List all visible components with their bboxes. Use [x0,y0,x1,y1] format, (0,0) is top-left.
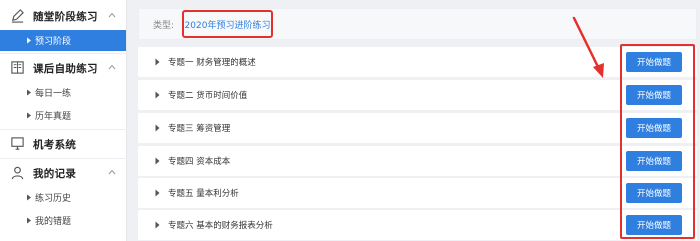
caret-right-icon [27,112,31,119]
sidebar-group-title: 课后自助练习 [33,62,98,75]
topic-label: 专题五 量本利分析 [168,189,239,199]
chevron-up-icon[interactable] [108,168,116,176]
topic-label: 专题六 基本的财务报表分析 [168,221,273,231]
user-icon [11,166,24,180]
type-filter-value: 2020年预习进阶练习 [184,20,271,31]
sidebar-item-label: 历年真题 [35,112,72,122]
sidebar-item-practice-history[interactable]: 练习历史 [0,187,126,208]
start-practice-button[interactable]: 开始做题 [626,151,682,171]
sidebar-item-label: 练习历史 [35,194,72,204]
sidebar-item-preview[interactable]: 预习阶段 [0,30,126,51]
caret-right-icon[interactable] [155,221,160,229]
topic-label: 专题三 筹资管理 [168,124,231,134]
sidebar-group-my-records[interactable]: 我的记录 [0,160,127,186]
sidebar-group-title: 我的记录 [33,167,77,180]
topic-label: 专题一 财务管理的概述 [168,58,256,68]
sidebar: 随堂阶段练习 预习阶段 课后自助练习 每日一练 历年真题 机考系统 我的记录 练… [0,0,127,241]
start-practice-button[interactable]: 开始做题 [626,215,682,235]
caret-right-icon[interactable] [155,124,160,132]
pen-icon [11,9,24,23]
sidebar-group-title: 机考系统 [33,138,77,151]
sidebar-item-label: 每日一练 [35,89,72,99]
sidebar-item-label: 预习阶段 [35,37,72,47]
sidebar-group-title: 随堂阶段练习 [33,10,98,23]
chevron-up-icon[interactable] [108,63,116,71]
caret-right-icon[interactable] [155,58,160,66]
caret-right-icon[interactable] [155,91,160,99]
start-practice-button[interactable]: 开始做题 [626,183,682,203]
topic-label: 专题二 货币时间价值 [168,91,248,101]
topic-row[interactable]: 专题一 财务管理的概述 开始做题 [138,47,697,77]
monitor-icon [11,137,24,150]
caret-right-icon[interactable] [155,157,160,165]
start-practice-button[interactable]: 开始做题 [626,52,682,72]
caret-right-icon[interactable] [155,189,160,197]
sidebar-item-past-exams[interactable]: 历年真题 [0,105,126,126]
sidebar-item-daily[interactable]: 每日一练 [0,82,126,103]
sidebar-item-wrong-questions[interactable]: 我的错题 [0,210,126,231]
sidebar-group-stage-practice[interactable]: 随堂阶段练习 [0,3,127,29]
start-practice-button[interactable]: 开始做题 [626,85,682,105]
sidebar-divider [0,53,127,54]
caret-right-icon [27,194,31,201]
topic-row[interactable]: 专题六 基本的财务报表分析 开始做题 [138,210,697,240]
type-filter-tag[interactable]: 2020年预习进阶练习 [182,10,273,38]
chevron-up-icon[interactable] [108,11,116,19]
topic-row[interactable]: 专题二 货币时间价值 开始做题 [138,80,697,110]
caret-right-icon [27,217,31,224]
sidebar-group-self-practice[interactable]: 课后自助练习 [0,55,127,81]
caret-right-icon [27,89,31,96]
start-practice-button[interactable]: 开始做题 [626,118,682,138]
sidebar-group-exam-system[interactable]: 机考系统 [0,131,127,157]
topic-row[interactable]: 专题三 筹资管理 开始做题 [138,113,697,143]
type-label: 类型: [153,21,175,31]
sidebar-divider [0,129,127,130]
sidebar-item-label: 我的错题 [35,217,72,227]
topic-label: 专题四 资本成本 [168,157,231,167]
type-filter-bar: 类型: 2020年预习进阶练习 [138,8,697,40]
topic-row[interactable]: 专题四 资本成本 开始做题 [138,146,697,176]
topic-row[interactable]: 专题五 量本利分析 开始做题 [138,178,697,208]
sidebar-divider [0,158,127,159]
caret-right-icon [27,37,31,44]
book-icon [11,61,24,74]
